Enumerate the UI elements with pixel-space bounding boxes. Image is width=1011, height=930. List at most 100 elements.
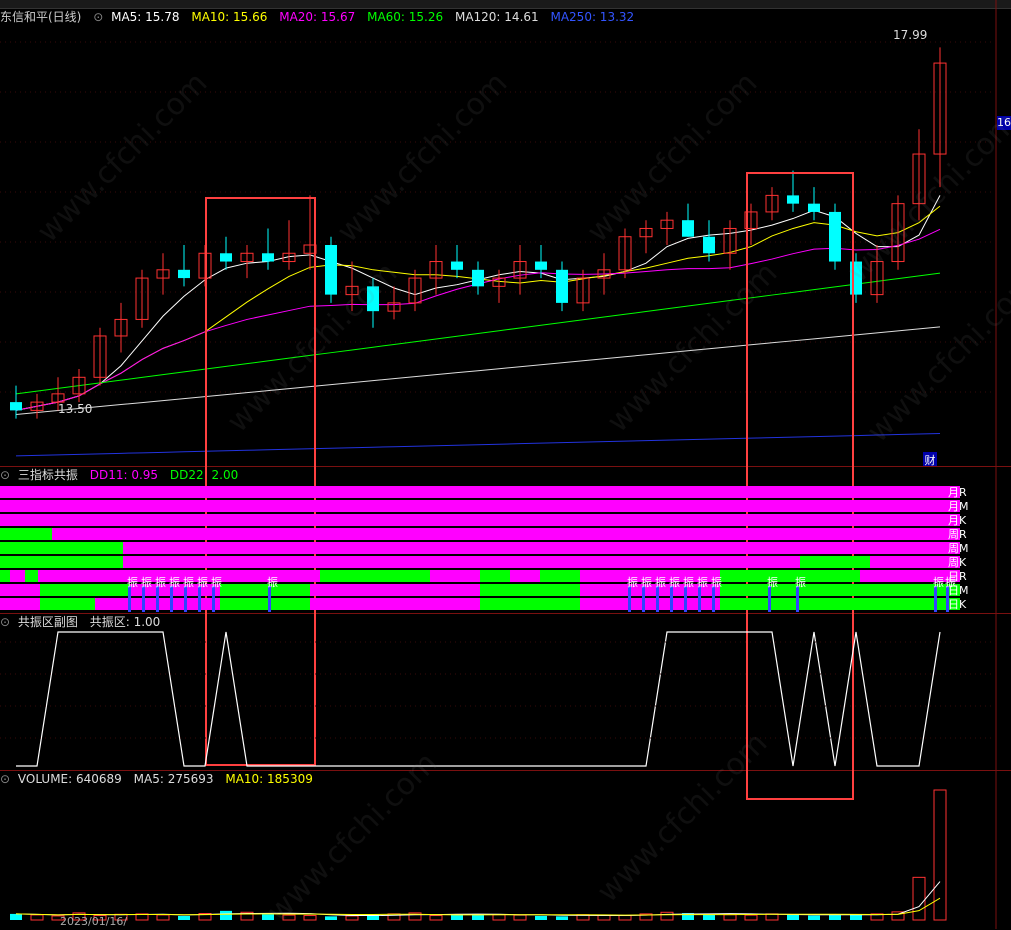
indicator-bar (540, 570, 580, 582)
indicator-bar (25, 570, 38, 582)
zhen-label: 振 (169, 575, 180, 589)
candle-body (10, 402, 22, 411)
ma5-line (15, 195, 941, 411)
indicator-bar (52, 528, 960, 540)
volume-bar (912, 876, 926, 921)
indicator-bar (800, 556, 870, 568)
ma120-line (15, 326, 941, 416)
volume-bar (303, 915, 317, 921)
volume-bar (744, 914, 758, 921)
resonance-marker (128, 586, 131, 612)
zhen-label: 振 (683, 575, 694, 589)
resonance-marker (670, 586, 673, 612)
zhen-label: 振 (697, 575, 708, 589)
zhen-label: 振 (933, 575, 944, 589)
zhen-label: 振 (127, 575, 138, 589)
highlight-box (205, 197, 316, 766)
candle-body (808, 203, 820, 212)
indicator-bar (870, 556, 960, 568)
zhen-label: 振 (141, 575, 152, 589)
indicator-bar (0, 570, 10, 582)
indicator-bar (95, 598, 125, 610)
indicator-bar (0, 528, 52, 540)
cai-badge[interactable]: 财 (923, 452, 937, 467)
volume-bar (178, 915, 190, 920)
volume-bar (30, 914, 44, 921)
volume-bar (850, 914, 862, 920)
indicator-bar (310, 584, 430, 596)
candle-body (220, 253, 232, 262)
resonance-marker (768, 586, 771, 612)
volume-bar (325, 916, 337, 920)
volume-bar (429, 915, 443, 921)
indicator-bar (430, 584, 480, 596)
zhen-label: 振 (641, 575, 652, 589)
volume-bar (220, 910, 232, 920)
resonance-marker (656, 586, 659, 612)
row-label: 日K (948, 598, 967, 611)
indicator-bar (310, 598, 430, 610)
resonance-marker (268, 586, 271, 612)
candle-body (829, 211, 841, 262)
resonance-marker (184, 586, 187, 612)
candle-body (325, 245, 337, 295)
resonance-marker (198, 586, 201, 612)
volume-bar (618, 915, 632, 921)
indicator-bar (123, 542, 960, 554)
indicator-bar (123, 556, 800, 568)
resonance-line (16, 631, 941, 767)
candle-body (787, 195, 799, 204)
volume-bar (703, 914, 715, 920)
resonance-marker (934, 586, 937, 612)
zhen-label: 振 (183, 575, 194, 589)
date-label: 2023/01/16/ (60, 915, 128, 928)
low-price-label: 13.50 (58, 402, 93, 416)
high-price-label: 17.99 (893, 28, 928, 42)
volume-bar (808, 915, 820, 920)
volume-bar (535, 915, 547, 920)
resonance-marker (642, 586, 645, 612)
indicator-bar (510, 570, 540, 582)
candle-body (472, 269, 484, 287)
ma20-line (15, 228, 941, 411)
indicator-bar (0, 542, 123, 554)
candle-body (556, 269, 568, 303)
zhen-label: 振 (627, 575, 638, 589)
indicator-bar (220, 584, 310, 596)
zhen-label: 振 (767, 575, 778, 589)
volume-bar (829, 915, 841, 920)
resonance-marker (142, 586, 145, 612)
volume-bar (787, 914, 799, 920)
resonance-marker (212, 586, 215, 612)
volume-bar (345, 915, 359, 921)
volume-bar (513, 914, 527, 921)
zhen-label: 振 (155, 575, 166, 589)
indicator-bar (40, 598, 95, 610)
volume-ma5-line (15, 881, 941, 917)
volume-bar (660, 911, 674, 921)
indicator-bar (580, 584, 620, 596)
zhen-label: 振 (795, 575, 806, 589)
candle-body (262, 253, 274, 262)
indicator-bar (0, 486, 960, 498)
resonance-marker (170, 586, 173, 612)
indicator-bar (720, 570, 860, 582)
ma10-line (15, 205, 941, 411)
resonance-marker (796, 586, 799, 612)
indicator-bar (10, 570, 25, 582)
indicator-bar (220, 598, 310, 610)
resonance-marker (684, 586, 687, 612)
resonance-marker (712, 586, 715, 612)
indicator-bar (430, 570, 480, 582)
volume-ma10-line (15, 897, 941, 916)
indicator-bar (840, 598, 960, 610)
candle-body (535, 261, 547, 270)
resonance-marker (156, 586, 159, 612)
candle-body (682, 220, 694, 237)
indicator-bar (480, 598, 580, 610)
ma250-line (15, 433, 941, 457)
volume-bar (492, 914, 506, 921)
indicator-bar (480, 584, 580, 596)
indicator-bar (720, 584, 840, 596)
candle-body (178, 269, 190, 279)
